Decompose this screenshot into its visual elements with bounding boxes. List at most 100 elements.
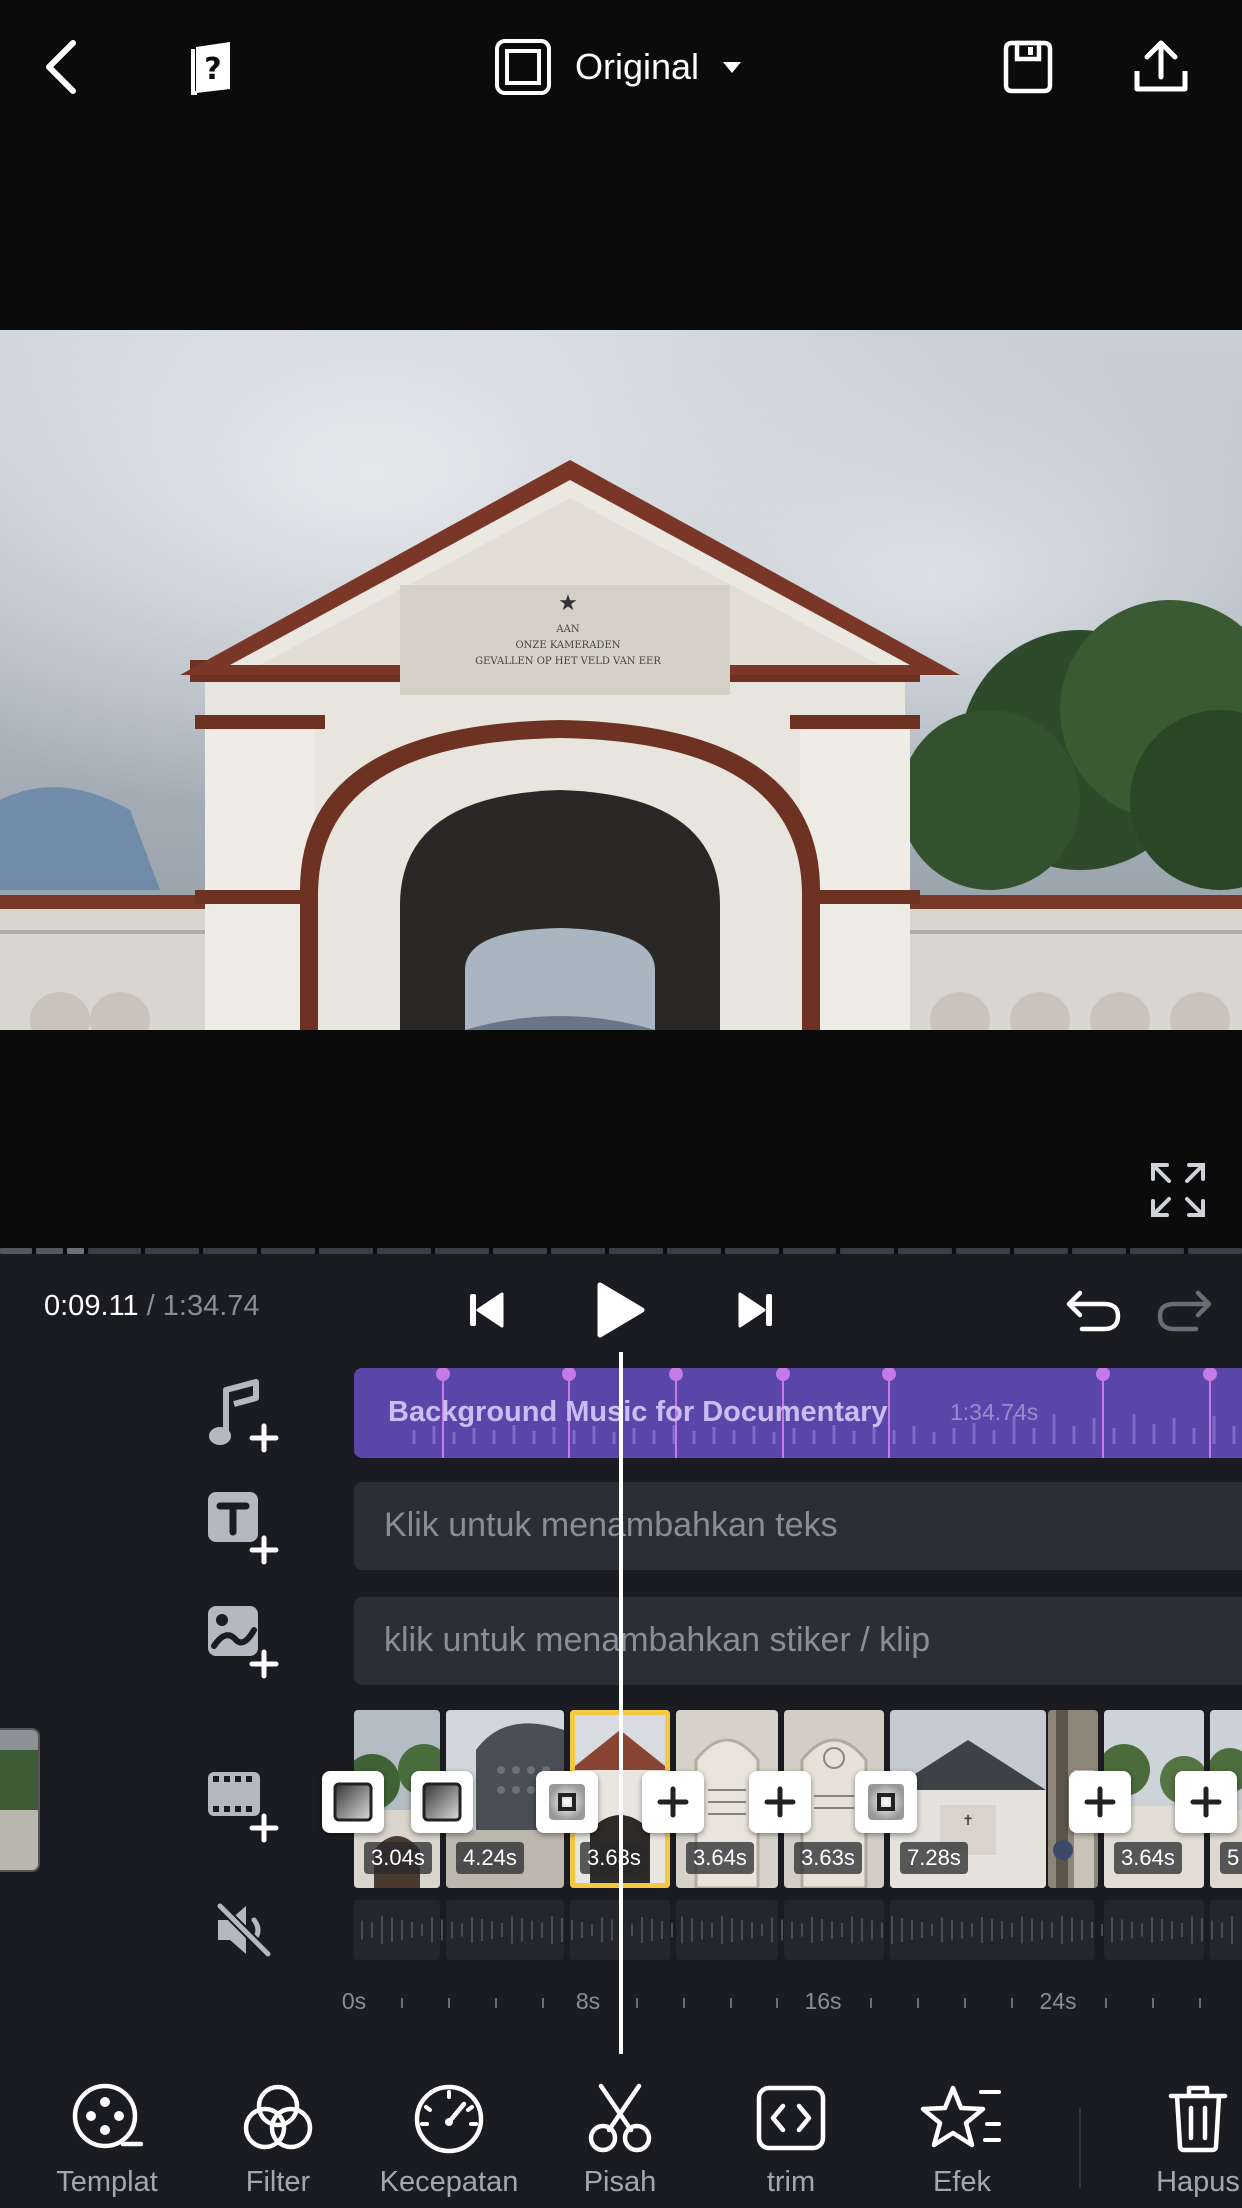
add-music-button[interactable]: [204, 1374, 284, 1454]
export-upload-icon: [1134, 40, 1188, 92]
trim-tool-button[interactable]: trim: [706, 2054, 876, 2208]
add-transition-button[interactable]: [1175, 1771, 1237, 1833]
kecepatan-tool-button[interactable]: Kecepatan: [364, 2054, 534, 2208]
kecepatan-tool-label: Kecepatan: [379, 2166, 519, 2198]
total-time: 1:34.74: [162, 1290, 260, 1322]
pisah-tool-label: Pisah: [583, 2166, 657, 2198]
transition-button[interactable]: [855, 1771, 917, 1833]
ruler-tick: [776, 1998, 778, 2008]
beat-marker[interactable]: [882, 1368, 896, 1458]
export-button[interactable]: [1124, 30, 1198, 104]
efek-tool-label: Efek: [932, 2166, 992, 2198]
current-time: 0:09.11: [44, 1290, 139, 1322]
clip-duration: 4.24s: [456, 1842, 524, 1874]
transition-button[interactable]: [536, 1771, 598, 1833]
fullscreen-button[interactable]: [1140, 1152, 1216, 1228]
efek-tool-button[interactable]: Efek: [877, 2054, 1047, 2208]
clip-duration: 3.64s: [1114, 1842, 1182, 1874]
aspect-ratio-icon: [495, 39, 551, 95]
mute-audio-button[interactable]: [204, 1890, 284, 1970]
add-sticker-button[interactable]: [204, 1600, 284, 1680]
svg-text:AAN: AAN: [555, 624, 579, 635]
ruler-tick: [542, 1998, 544, 2008]
transition-fade-icon: [422, 1782, 462, 1822]
sticker-track[interactable]: klik untuk menambahkan stiker / klip: [354, 1597, 1242, 1685]
add-transition-button[interactable]: [749, 1771, 811, 1833]
time-readout: 0:09.11 / 1:34.74: [44, 1290, 260, 1323]
text-add-icon: [208, 1492, 279, 1565]
ruler-label: 8s: [575, 1988, 601, 2014]
help-button[interactable]: ?: [176, 30, 250, 104]
speed-gauge-icon: [414, 2084, 484, 2154]
ruler-label: 24s: [1039, 1988, 1077, 2014]
svg-text:★: ★: [558, 591, 578, 616]
sticker-track-placeholder: klik untuk menambahkan stiker / klip: [384, 1621, 931, 1659]
ruler-tick: [683, 1998, 685, 2008]
play-button[interactable]: [580, 1270, 660, 1350]
ruler-tick: [1152, 1998, 1154, 2008]
fullscreen-icon: [1151, 1163, 1205, 1217]
add-text-button[interactable]: [204, 1486, 284, 1566]
transition-button[interactable]: [411, 1771, 473, 1833]
top-bar: ? Original: [0, 0, 1242, 135]
ruler-tick: [1011, 1998, 1013, 2008]
ruler-tick: [964, 1998, 966, 2008]
video-preview[interactable]: ★ AAN ONZE KAMERADEN GEVALLEN OP HET VEL…: [0, 135, 1242, 1250]
plus-icon: [1190, 1786, 1222, 1818]
beat-marker[interactable]: [1203, 1368, 1217, 1458]
svg-text:?: ?: [204, 52, 221, 87]
music-track[interactable]: Background Music for Documentary 1:34.74…: [354, 1368, 1242, 1458]
ruler-tick: [1199, 1998, 1201, 2008]
plus-icon: [1084, 1786, 1116, 1818]
add-video-button[interactable]: [204, 1764, 284, 1844]
aspect-ratio-selector[interactable]: Original: [493, 36, 743, 98]
scissors-icon: [588, 2083, 652, 2153]
time-separator: /: [138, 1290, 163, 1322]
undo-icon: [1066, 1290, 1121, 1332]
beat-marker[interactable]: [1096, 1368, 1110, 1458]
add-transition-button[interactable]: [1069, 1771, 1131, 1833]
redo-button[interactable]: [1148, 1270, 1220, 1350]
text-track[interactable]: Klik untuk menambahkan teks: [354, 1482, 1242, 1570]
text-track-placeholder: Klik untuk menambahkan teks: [384, 1506, 838, 1544]
transition-zoom-icon: [868, 1784, 904, 1820]
mute-icon: [216, 1902, 272, 1958]
clip-duration: 7.28s: [900, 1842, 968, 1874]
music-title: Background Music for Documentary: [388, 1396, 888, 1428]
music-add-icon: [209, 1379, 279, 1453]
templat-tool-button[interactable]: Templat: [22, 2054, 192, 2208]
redo-icon: [1157, 1290, 1212, 1332]
clip-duration: 3.63s: [794, 1842, 862, 1874]
playhead[interactable]: [619, 1352, 623, 2054]
ruler-tick: [917, 1998, 919, 2008]
clip-duration: 5: [1220, 1842, 1242, 1874]
effects-star-icon: [920, 2085, 1001, 2148]
ruler-label: 0s: [341, 1988, 367, 2014]
video-add-icon: [208, 1772, 279, 1843]
filter-tool-label: Filter: [245, 2166, 311, 2198]
add-transition-button[interactable]: [642, 1771, 704, 1833]
pisah-tool-button[interactable]: Pisah: [535, 2054, 705, 2208]
ruler-tick: [448, 1998, 450, 2008]
offscreen-clip-thumbnail[interactable]: [0, 1728, 40, 1872]
next-button[interactable]: [728, 1270, 784, 1350]
hapus-tool-button[interactable]: Hapus: [1113, 2054, 1242, 2208]
chevron-left-icon: [46, 40, 76, 94]
ruler-tick: [636, 1998, 638, 2008]
plus-icon: [764, 1786, 796, 1818]
undo-button[interactable]: [1058, 1270, 1130, 1350]
transition-button[interactable]: [322, 1771, 384, 1833]
hapus-tool-label: Hapus: [1156, 2166, 1240, 2198]
ruler-tick: [730, 1998, 732, 2008]
back-button[interactable]: [24, 30, 98, 104]
previous-button[interactable]: [458, 1270, 514, 1350]
clip-duration: 3.64s: [686, 1842, 754, 1874]
plus-icon: [657, 1786, 689, 1818]
save-button[interactable]: [991, 30, 1065, 104]
trim-code-icon: [756, 2085, 826, 2151]
filter-tool-button[interactable]: Filter: [193, 2054, 363, 2208]
transition-zoom-icon: [549, 1784, 585, 1820]
save-icon: [1003, 40, 1053, 94]
play-icon: [597, 1282, 645, 1338]
svg-text:✝: ✝: [962, 1813, 974, 1829]
